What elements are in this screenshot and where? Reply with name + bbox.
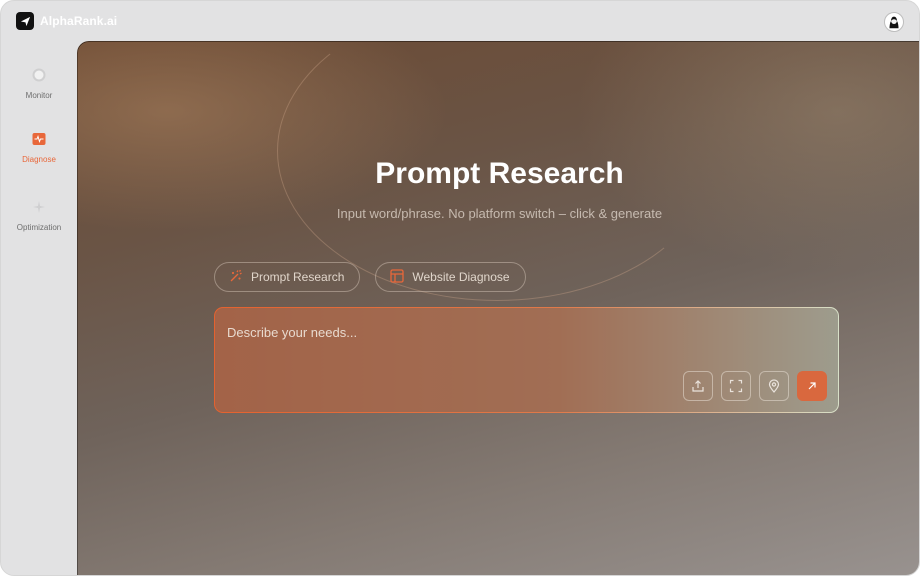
- sidebar-item-label: Monitor: [25, 91, 53, 100]
- page-title: Prompt Research: [375, 157, 624, 190]
- sidebar: Monitor Diagnose Optimization: [1, 41, 77, 575]
- send-button[interactable]: [797, 371, 827, 401]
- page-subtitle: Input word/phrase. No platform switch – …: [336, 206, 663, 221]
- location-button[interactable]: [759, 371, 789, 401]
- brand-name: AlphaRank.ai: [40, 14, 118, 28]
- sidebar-item-label: Optimization: [16, 223, 62, 232]
- prompt-box-inner: [215, 308, 838, 412]
- sidebar-item-diagnose[interactable]: Diagnose: [1, 131, 77, 164]
- top-bar: AlphaRank.ai: [1, 1, 919, 41]
- sidebar-item-optimization[interactable]: Optimization: [1, 199, 77, 232]
- mode-tabs: Prompt Research Website Diagnose: [214, 262, 526, 292]
- tab-label: Prompt Research: [251, 270, 345, 284]
- avatar[interactable]: [884, 12, 904, 32]
- monitor-icon: [31, 67, 47, 83]
- prompt-toolbar: [683, 371, 827, 401]
- sparkle-icon: [31, 199, 47, 215]
- upload-button[interactable]: [683, 371, 713, 401]
- main-panel: Prompt Research Input word/phrase. No pl…: [77, 41, 919, 575]
- prompt-input[interactable]: [227, 320, 817, 344]
- logo-icon: [16, 12, 34, 30]
- send-arrow-icon: [808, 382, 816, 390]
- diagnose-icon: [31, 131, 47, 147]
- sidebar-item-monitor[interactable]: Monitor: [1, 67, 77, 100]
- prompt-box: [214, 307, 839, 413]
- tab-prompt-research[interactable]: Prompt Research: [214, 262, 361, 292]
- app-window: AlphaRank.ai Monitor Diagnose Optimizati…: [0, 0, 920, 576]
- sidebar-item-label: Diagnose: [22, 155, 56, 164]
- expand-icon: [729, 379, 743, 393]
- layout-icon: [390, 268, 405, 286]
- brand[interactable]: AlphaRank.ai: [16, 12, 117, 30]
- magic-wand-icon: [229, 269, 243, 286]
- tab-website-diagnose[interactable]: Website Diagnose: [375, 262, 526, 292]
- location-pin-icon: [768, 379, 780, 393]
- upload-icon: [692, 380, 704, 392]
- tab-label: Website Diagnose: [412, 270, 510, 284]
- user-avatar-icon: [889, 16, 899, 29]
- expand-button[interactable]: [721, 371, 751, 401]
